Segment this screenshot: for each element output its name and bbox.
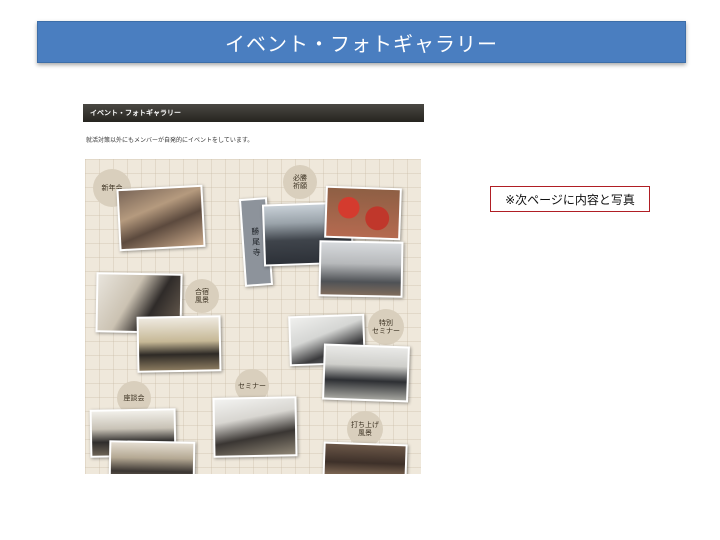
document-screenshot: イベント・フォトギャラリー 就活対策以外にもメンバーが自発的にイベントをしていま… xyxy=(83,104,425,474)
label-victory-prayer: 必勝 祈願 xyxy=(283,165,317,199)
document-description: 就活対策以外にもメンバーが自発的にイベントをしています。 xyxy=(86,137,254,144)
photo-roundtable-2 xyxy=(108,440,196,474)
photo-daruma xyxy=(324,185,402,241)
photo-special-seminar-2 xyxy=(322,343,410,403)
slide-title-bar: イベント・フォトギャラリー xyxy=(37,21,686,63)
photo-camp-2 xyxy=(136,315,222,373)
note-text: ※次ページに内容と写真 xyxy=(505,192,635,207)
note-box: ※次ページに内容と写真 xyxy=(490,186,650,212)
slide-title: イベント・フォトギャラリー xyxy=(225,31,498,56)
document-header-text: イベント・フォトギャラリー xyxy=(90,109,181,117)
temple-sign-text: 勝 尾 寺 xyxy=(250,227,262,257)
document-header: イベント・フォトギャラリー xyxy=(83,104,424,122)
label-special-seminar: 特別 セミナー xyxy=(368,309,404,345)
photo-collage: 新年会 必勝 祈願 勝 尾 寺 合宿 風景 特別 セミナー 座談会 セミナー 打… xyxy=(85,159,421,474)
photo-seminar xyxy=(212,396,298,458)
photo-after-party xyxy=(322,441,408,474)
label-camp: 合宿 風景 xyxy=(185,279,219,313)
photo-daruma-crowd xyxy=(318,240,404,298)
photo-new-year xyxy=(116,184,206,252)
